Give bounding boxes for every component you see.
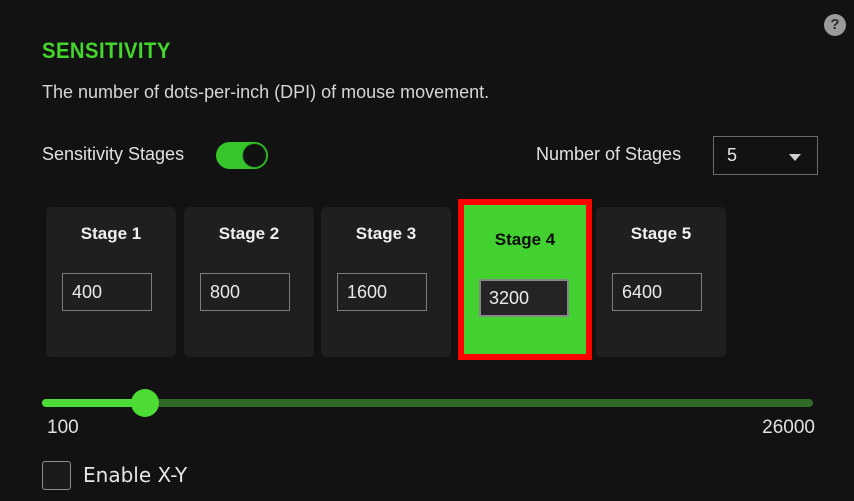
stage-card-2[interactable]: Stage 2	[184, 207, 314, 357]
stage-card-title: Stage 4	[464, 230, 586, 250]
stage-card-list: Stage 1 Stage 2 Stage 3 Stage 4 Stage 5	[0, 0, 854, 501]
dpi-slider-thumb[interactable]	[131, 389, 159, 417]
enable-xy-checkbox[interactable]	[42, 461, 71, 490]
enable-xy-label: Enable X-Y	[83, 463, 187, 487]
stage-card-1[interactable]: Stage 1	[46, 207, 176, 357]
stage-card-title: Stage 3	[321, 224, 451, 244]
stage-dpi-input-4[interactable]	[479, 279, 569, 317]
stage-dpi-input-5[interactable]	[612, 273, 702, 311]
stage-card-5[interactable]: Stage 5	[596, 207, 726, 357]
stage-dpi-input-2[interactable]	[200, 273, 290, 311]
dpi-slider-fill	[42, 399, 145, 407]
stage-card-title: Stage 1	[46, 224, 176, 244]
dpi-slider-min-label: 100	[47, 417, 79, 439]
stage-card-title: Stage 2	[184, 224, 314, 244]
stage-card-title: Stage 5	[596, 224, 726, 244]
stage-card-3[interactable]: Stage 3	[321, 207, 451, 357]
sensitivity-panel: ? SENSITIVITY The number of dots-per-inc…	[0, 0, 854, 501]
stage-dpi-input-3[interactable]	[337, 273, 427, 311]
stage-card-4-selected[interactable]: Stage 4	[458, 199, 592, 360]
stage-dpi-input-1[interactable]	[62, 273, 152, 311]
dpi-slider-max-label: 26000	[762, 417, 815, 439]
